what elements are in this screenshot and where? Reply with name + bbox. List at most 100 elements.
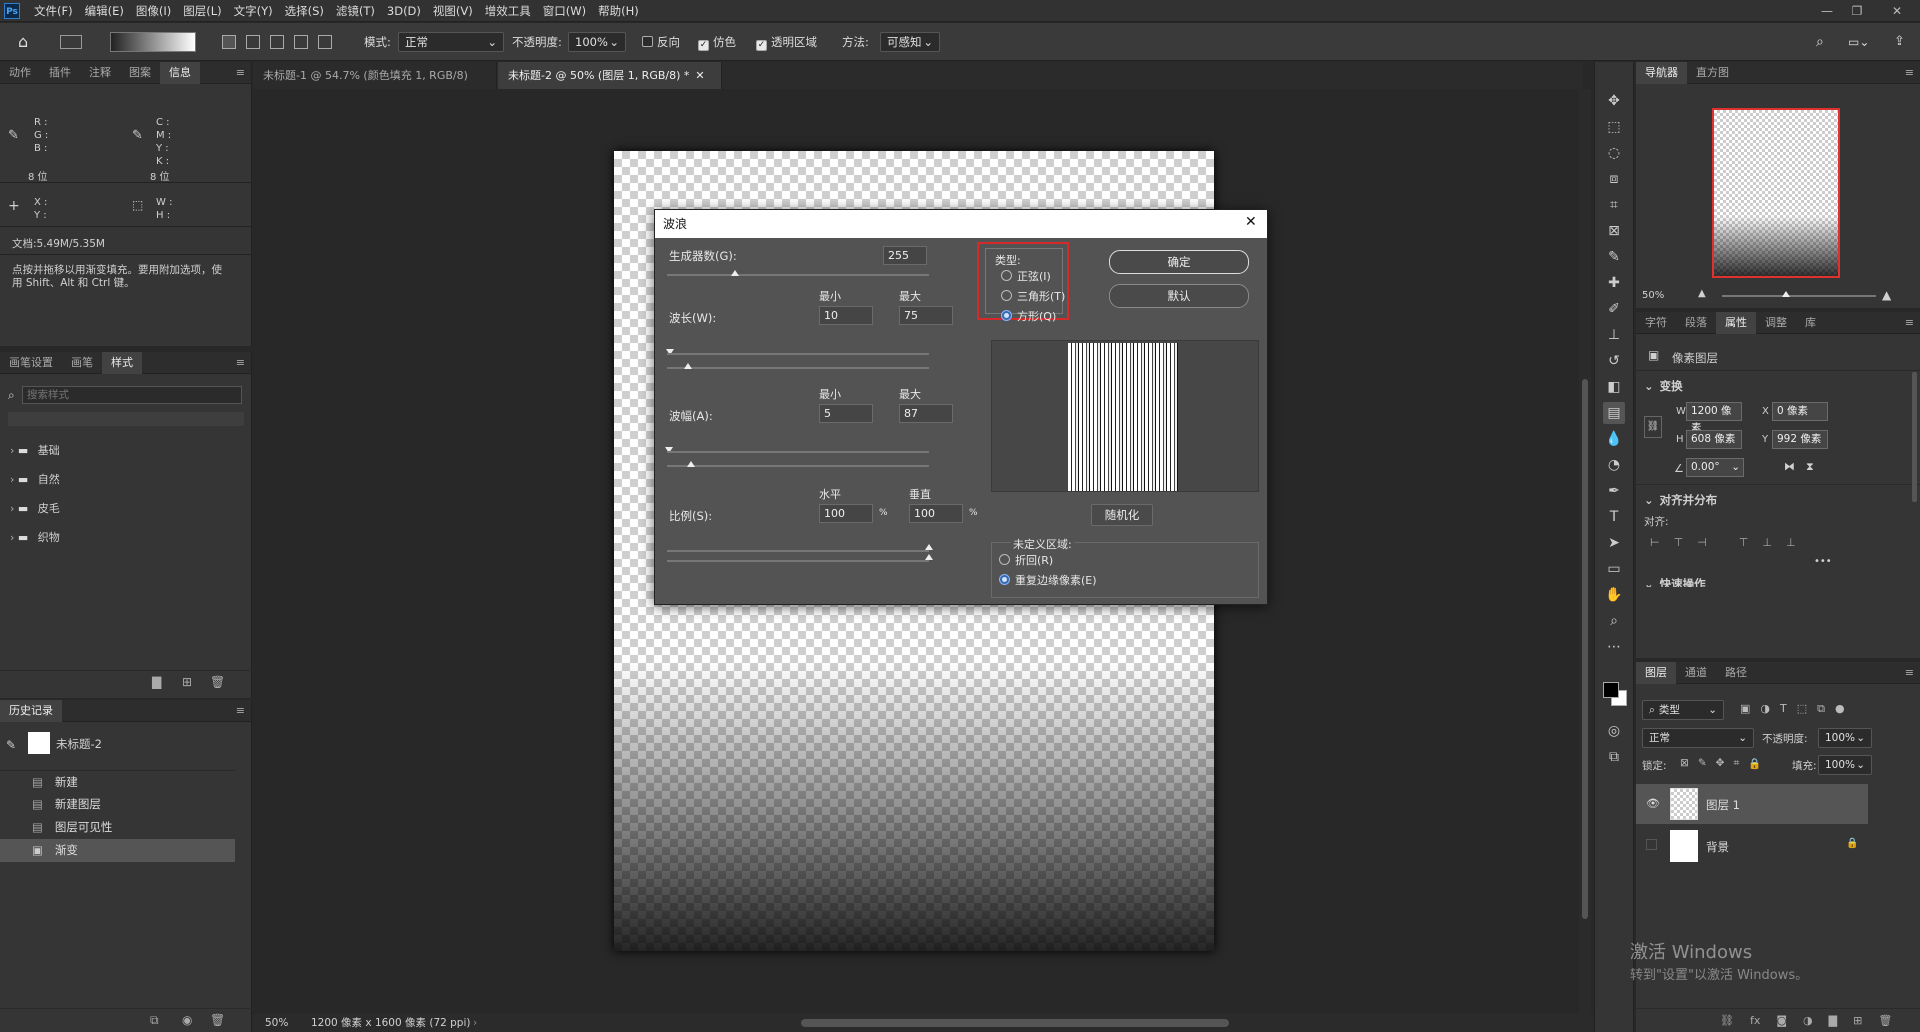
tab-adjustments[interactable]: 调整 <box>1756 312 1796 334</box>
tab-navigator[interactable]: 导航器 <box>1636 61 1687 84</box>
angle-gradient-icon[interactable] <box>270 35 284 49</box>
radial-gradient-icon[interactable] <box>246 35 260 49</box>
eye-icon[interactable]: 👁 <box>1646 797 1660 810</box>
generators-slider-thumb[interactable] <box>731 270 739 276</box>
menu-filter[interactable]: 滤镜(T) <box>336 3 375 19</box>
folder-item[interactable]: › ▬ 皮毛 <box>0 494 235 523</box>
panel-menu-icon[interactable]: ≡ <box>1905 666 1914 679</box>
flip-vertical-icon[interactable]: ⧗ <box>1806 460 1814 474</box>
align-middle-v-icon[interactable]: ⊥ <box>1762 536 1772 549</box>
tab-libraries[interactable]: 库 <box>1796 312 1825 334</box>
type-tool-icon[interactable]: T <box>1603 506 1625 528</box>
properties-scrollbar[interactable] <box>1912 372 1917 502</box>
menu-plugins[interactable]: 增效工具 <box>485 3 531 19</box>
layer-opacity-input[interactable]: 100% ⌄ <box>1818 728 1872 748</box>
type-square-radio[interactable]: 方形(Q) <box>1001 308 1056 324</box>
wrap-around-radio[interactable]: 折回(R) <box>999 552 1053 568</box>
x-input[interactable]: 0 像素 <box>1772 402 1828 421</box>
panel-menu-icon[interactable]: ≡ <box>1905 66 1914 79</box>
opacity-input[interactable]: 100% ⌄ <box>568 32 626 52</box>
zoom-level[interactable]: 50% <box>265 1014 288 1032</box>
scale-slider-track-1[interactable] <box>667 550 929 552</box>
eyedropper-tool-icon[interactable]: ✎ <box>1603 246 1625 268</box>
amplitude-max-input[interactable]: 87 <box>899 404 953 423</box>
trash-icon[interactable]: 🗑 <box>1878 1014 1892 1027</box>
amplitude-slider-track-1[interactable] <box>667 451 929 453</box>
navigator-zoom-thumb[interactable] <box>1782 291 1790 297</box>
gradient-picker[interactable] <box>110 32 196 52</box>
new-group-icon[interactable]: ▇ <box>1829 1014 1837 1027</box>
layer-filter-select[interactable]: ⌕ 类型 ⌄ <box>1642 700 1724 720</box>
tab-actions[interactable]: 动作 <box>0 62 40 84</box>
zoom-out-icon[interactable]: ▲ <box>1698 288 1706 299</box>
dodge-tool-icon[interactable]: ◔ <box>1603 454 1625 476</box>
close-tab-icon[interactable]: ✕ <box>695 69 704 82</box>
crop-tool-icon[interactable]: ⌗ <box>1603 194 1625 216</box>
home-icon[interactable]: ⌂ <box>18 32 28 52</box>
layer-name[interactable]: 背景 <box>1706 839 1729 855</box>
layer-name[interactable]: 图层 1 <box>1706 797 1740 813</box>
generators-slider-track[interactable] <box>667 274 929 276</box>
wavelength-slider-track-1[interactable] <box>667 353 929 355</box>
more-tools-icon[interactable]: ⋯ <box>1603 636 1625 658</box>
align-top-icon[interactable]: ⊤ <box>1739 536 1749 549</box>
menu-image[interactable]: 图像(I) <box>136 3 171 19</box>
close-icon[interactable]: ✕ <box>1245 214 1257 230</box>
tool-preset-icon[interactable] <box>60 35 82 49</box>
doc-tab-1[interactable]: 未标题-1 @ 54.7% (颜色填充 1, RGB/8) *✕ <box>253 62 497 109</box>
styles-search-input[interactable] <box>22 386 242 404</box>
tab-info[interactable]: 信息 <box>160 61 200 84</box>
align-left-icon[interactable]: ⊢ <box>1650 536 1660 549</box>
restore-icon[interactable]: ❐ <box>1846 2 1868 20</box>
eraser-tool-icon[interactable]: ◧ <box>1603 376 1625 398</box>
gradient-tool-icon[interactable]: ▤ <box>1603 402 1625 424</box>
history-brush-tool-icon[interactable]: ↺ <box>1603 350 1625 372</box>
wavelength-max-input[interactable]: 75 <box>899 306 953 325</box>
lock-image-icon[interactable]: ✎ <box>1698 757 1707 770</box>
folder-item[interactable]: › ▬ 基础 <box>0 436 235 465</box>
menu-window[interactable]: 窗口(W) <box>543 3 586 19</box>
more-options-icon[interactable]: ••• <box>1814 556 1832 567</box>
search-icon[interactable]: ⌕ <box>1816 32 1824 52</box>
frame-tool-icon[interactable]: ⊠ <box>1603 220 1625 242</box>
align-center-h-icon[interactable]: ⊤ <box>1674 536 1684 549</box>
panel-menu-icon[interactable]: ≡ <box>1905 316 1914 329</box>
workspace-icon[interactable]: ▭⌄ <box>1848 32 1869 52</box>
lasso-tool-icon[interactable]: ◌ <box>1603 142 1625 164</box>
minimize-icon[interactable]: — <box>1816 2 1838 20</box>
panel-menu-icon[interactable]: ≡ <box>236 704 245 717</box>
align-distribute-section[interactable]: ⌄ 对齐并分布 <box>1644 492 1717 508</box>
y-input[interactable]: 992 像素 <box>1772 430 1828 449</box>
scale-vertical-input[interactable]: 100 <box>909 504 963 523</box>
blur-tool-icon[interactable]: 💧 <box>1603 428 1625 450</box>
repeat-edge-radio[interactable]: 重复边缘像素(E) <box>999 572 1097 588</box>
filter-pixel-icon[interactable]: ▣ <box>1740 702 1750 716</box>
tab-styles[interactable]: 样式 <box>102 351 142 374</box>
path-select-tool-icon[interactable]: ➤ <box>1603 532 1625 554</box>
navigator-zoom[interactable]: 50% <box>1642 290 1664 301</box>
ok-button[interactable]: 确定 <box>1109 250 1249 274</box>
layer-row-active[interactable]: 👁 图层 1 <box>1636 784 1868 824</box>
tab-brush-settings[interactable]: 画笔设置 <box>0 352 62 374</box>
generators-input[interactable]: 255 <box>883 246 927 265</box>
tab-notes[interactable]: 注释 <box>80 62 120 84</box>
navigator-thumbnail[interactable] <box>1712 108 1840 278</box>
history-brush-icon[interactable]: ✎ <box>6 738 16 752</box>
tab-paragraph[interactable]: 段落 <box>1676 312 1716 334</box>
close-window-icon[interactable]: ✕ <box>1886 2 1908 20</box>
new-group-icon[interactable]: ▇ <box>152 675 161 689</box>
filter-type-icon[interactable]: T <box>1780 702 1787 716</box>
clone-stamp-tool-icon[interactable]: ⊥ <box>1603 324 1625 346</box>
layer-row[interactable]: 背景 🔒 <box>1636 826 1868 866</box>
lock-artboard-icon[interactable]: ⌗ <box>1733 757 1739 770</box>
adjustment-layer-icon[interactable]: ◑ <box>1803 1014 1813 1027</box>
lock-all-icon[interactable]: 🔒 <box>1748 757 1761 770</box>
flip-horizontal-icon[interactable]: ⧓ <box>1784 460 1795 473</box>
tab-character[interactable]: 字符 <box>1636 312 1676 334</box>
navigator-zoom-slider[interactable] <box>1722 295 1876 297</box>
randomize-button[interactable]: 随机化 <box>1091 504 1153 526</box>
rectangle-tool-icon[interactable]: ▭ <box>1603 558 1625 580</box>
wavelength-min-input[interactable]: 10 <box>819 306 873 325</box>
share-icon[interactable]: ⇪ <box>1894 32 1905 52</box>
pen-tool-icon[interactable]: ✒ <box>1603 480 1625 502</box>
